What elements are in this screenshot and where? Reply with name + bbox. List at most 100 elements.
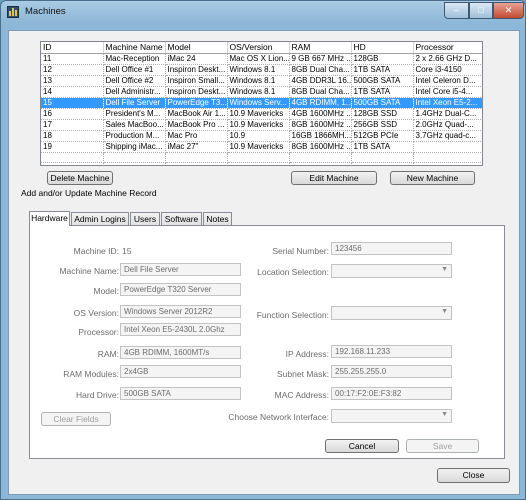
table-cell [103, 162, 166, 165]
mac-address-field[interactable]: 00:17:F2:0E:F3:82 [331, 387, 452, 400]
table-row[interactable]: 16 President's M... MacBook Air 1... 10.9 M… [41, 108, 482, 120]
table-cell: 8GB 1600MHz ... [289, 141, 352, 153]
os-version-label: OS Version: [73, 308, 119, 318]
table-cell: 1TB SATA [351, 86, 414, 98]
table-row[interactable] [41, 162, 482, 165]
table-cell [413, 162, 482, 165]
column-header[interactable]: Machine Name [103, 42, 166, 54]
table-cell [289, 152, 352, 163]
table-cell: Windows 8.1 [227, 86, 290, 98]
table-cell: 256GB SSD [351, 119, 414, 131]
table-cell [165, 162, 228, 165]
table-cell: PowerEdge T3... [165, 97, 228, 109]
subnet-mask-label: Subnet Mask: [277, 369, 329, 379]
table-cell: 10.9 [227, 130, 290, 142]
maximize-icon[interactable]: □ [469, 2, 493, 19]
network-interface-dropdown[interactable]: ▼ [331, 409, 452, 423]
column-header[interactable]: Model [165, 42, 228, 54]
tab-admin-logins[interactable]: Admin Logins [71, 212, 129, 226]
table-cell: 8GB Dual Cha... [289, 64, 352, 76]
tab-users[interactable]: Users [130, 212, 160, 226]
table-cell: MacBook Pro ... [165, 119, 228, 131]
save-button[interactable]: Save [406, 439, 479, 453]
table-cell [165, 152, 228, 163]
processor-label: Processor: [78, 327, 119, 337]
column-header[interactable]: OS/Version [227, 42, 290, 54]
table-row[interactable] [41, 152, 482, 163]
table-cell: 8GB Dual Cha... [289, 86, 352, 98]
table-cell: 128GB SSD [351, 108, 414, 120]
table-cell: 2.0GHz Quad-... [413, 119, 482, 131]
table-cell: 17 [41, 119, 104, 131]
column-header[interactable]: RAM [289, 42, 352, 54]
table-row[interactable]: 15 Dell File Server PowerEdge T3... Windows… [41, 97, 482, 109]
table-cell: 1TB SATA [351, 141, 414, 153]
processor-field[interactable]: Intel Xeon E5-2430L 2.0Ghz [120, 323, 241, 336]
os-version-field[interactable]: Windows Server 2012R2 [120, 305, 241, 318]
ip-address-field[interactable]: 192.168.11.233 [331, 345, 452, 358]
table-cell: Production M... [103, 130, 166, 142]
table-cell: iMac 24 [165, 53, 228, 65]
table-row[interactable]: 18 Production M... Mac Pro 10.9 16GB 1866MH.… [41, 130, 482, 142]
table-cell: Intel Core i5-4... [413, 86, 482, 98]
table-cell: 9 GB 667 MHz ... [289, 53, 352, 65]
function-selection-dropdown[interactable]: ▼ [331, 306, 452, 320]
minimize-icon[interactable]: – [444, 2, 469, 19]
table-cell: Mac OS X Lion... [227, 53, 290, 65]
model-field[interactable]: PowerEdge T320 Server [120, 283, 241, 296]
chevron-down-icon: ▼ [441, 308, 448, 315]
table-row[interactable]: 19 Shipping iMac... iMac 27" 10.9 Mavericks… [41, 141, 482, 153]
delete-machine-button[interactable]: Delete Machine [47, 171, 113, 185]
table-cell: 13 [41, 75, 104, 87]
column-header[interactable]: HD [351, 42, 414, 54]
table-row[interactable]: 14 Dell Administr... Inspiron Deskt... Wind… [41, 86, 482, 98]
table-cell: Windows Serv... [227, 97, 290, 109]
table-cell: 8GB 1600MHz ... [289, 119, 352, 131]
clear-fields-button[interactable]: Clear Fields [41, 412, 111, 426]
table-cell: 10.9 Mavericks [227, 141, 290, 153]
table-row[interactable]: 13 Dell Office #2 Inspiron Small... Windows… [41, 75, 482, 87]
tab-hardware[interactable]: Hardware [29, 211, 70, 226]
edit-machine-button[interactable]: Edit Machine [291, 171, 377, 185]
column-header[interactable]: Processor [413, 42, 482, 54]
table-cell: 10.9 Mavericks [227, 108, 290, 120]
machine-name-field[interactable]: Dell File Server [120, 263, 241, 276]
title-bar[interactable]: Machines – □ ✕ [1, 1, 525, 23]
location-selection-dropdown[interactable]: ▼ [331, 264, 452, 278]
machines-window: Machines – □ ✕ ID Machine Name Model OS/Ver… [0, 0, 526, 500]
table-cell: Core i3-4150 [413, 64, 482, 76]
ram-modules-field[interactable]: 2x4GB [120, 365, 241, 378]
tab-notes[interactable]: Notes [203, 212, 232, 226]
table-row[interactable]: 17 Sales MacBoo... MacBook Pro ... 10.9 Mav… [41, 119, 482, 131]
table-cell: 128GB [351, 53, 414, 65]
hard-drive-field[interactable]: 500GB SATA [120, 387, 241, 400]
machine-id-value: 15 [122, 246, 132, 256]
table-cell: Dell Office #2 [103, 75, 166, 87]
table-cell [413, 141, 482, 153]
table-cell [413, 152, 482, 163]
table-cell: Mac Pro [165, 130, 228, 142]
subnet-mask-field[interactable]: 255.255.255.0 [331, 365, 452, 378]
table-cell: 12 [41, 64, 104, 76]
table-cell [351, 152, 414, 163]
new-machine-button[interactable]: New Machine [390, 171, 475, 185]
function-selection-label: Function Selection: [256, 310, 329, 320]
table-row[interactable]: 11 Mac-Reception iMac 24 Mac OS X Lion... 9 … [41, 53, 482, 65]
cancel-button[interactable]: Cancel [325, 439, 399, 453]
table-row[interactable]: 12 Dell Office #1 Inspiron Deskt... Windows… [41, 64, 482, 76]
tab-software[interactable]: Software [161, 212, 202, 226]
column-header[interactable]: ID [41, 42, 104, 54]
close-icon[interactable]: ✕ [493, 2, 524, 19]
ram-field[interactable]: 4GB RDIMM, 1600MT/s [120, 346, 241, 359]
table-cell: Dell Administr... [103, 86, 166, 98]
client-area: ID Machine Name Model OS/Version RAM HD Proces… [8, 30, 520, 495]
mac-address-label: MAC Address: [274, 390, 329, 400]
table-cell: Dell Office #1 [103, 64, 166, 76]
table-cell: 4GB DDR3L 16... [289, 75, 352, 87]
machine-id-label: Machine ID: [73, 246, 119, 256]
table-cell: 16 [41, 108, 104, 120]
table-cell: 16GB 1866MH... [289, 130, 352, 142]
close-button[interactable]: Close [437, 468, 510, 483]
serial-number-field[interactable]: 123456 [331, 242, 452, 255]
machines-grid[interactable]: ID Machine Name Model OS/Version RAM HD Proces… [40, 41, 483, 166]
